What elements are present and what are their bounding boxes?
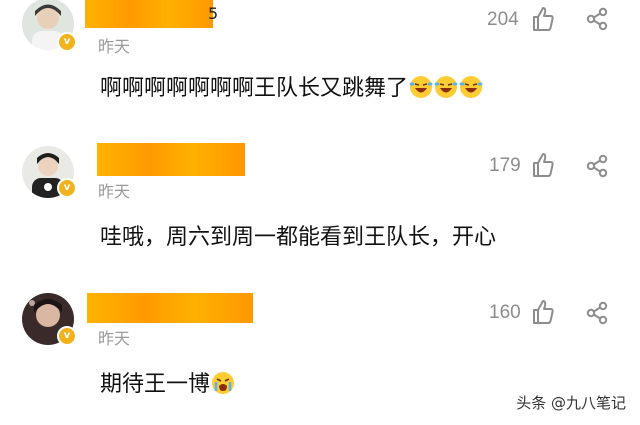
comment-text: 哇哦，周六到周一都能看到王队长，开心	[100, 225, 497, 250]
comment-time: 昨天	[98, 182, 131, 201]
username-suffix: 5	[208, 4, 219, 23]
comment-time: 昨天	[98, 37, 131, 56]
laughing-tears-emoji	[409, 76, 433, 98]
comment-text: 期待王一博	[100, 366, 235, 398]
crying-emoji	[212, 372, 235, 394]
verified-badge-icon: v	[57, 326, 77, 346]
thumbs-up-icon[interactable]	[531, 6, 555, 32]
laughing-tears-emoji	[434, 76, 458, 98]
comment-text-content: 期待王一博	[100, 372, 211, 397]
username-redaction	[97, 143, 245, 176]
like-count: 179	[489, 155, 521, 176]
comment-time: 昨天	[98, 329, 131, 348]
thumbs-up-icon[interactable]	[531, 299, 555, 325]
username-redaction	[85, 0, 213, 28]
thumbs-up-icon[interactable]	[531, 152, 555, 178]
share-icon[interactable]	[585, 301, 609, 325]
verified-badge-icon: v	[57, 32, 77, 52]
like-count: 204	[487, 9, 519, 30]
comment-text-content: 啊啊啊啊啊啊啊王队长又跳舞了	[100, 76, 409, 101]
comment-text: 啊啊啊啊啊啊啊王队长又跳舞了	[100, 70, 483, 102]
laughing-tears-emoji	[459, 76, 483, 98]
verified-badge-icon: v	[57, 178, 77, 198]
like-count: 160	[489, 302, 521, 323]
share-icon[interactable]	[585, 154, 609, 178]
share-icon[interactable]	[585, 7, 609, 31]
watermark: 头条 @九八笔记	[516, 394, 626, 412]
username-redaction	[87, 293, 253, 323]
